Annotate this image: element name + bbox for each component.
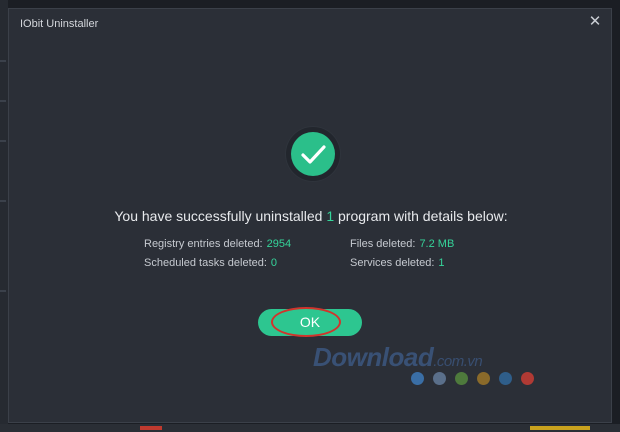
- watermark-dot: [477, 372, 490, 385]
- registry-entries-label: Registry entries deleted:: [144, 238, 263, 250]
- services-deleted-detail: Services deleted: 1: [350, 257, 445, 269]
- background-app-bottom-edge: [0, 424, 620, 432]
- watermark-suffix: .com.vn: [433, 353, 483, 370]
- success-message-prefix: You have successfully uninstalled: [114, 208, 327, 224]
- watermark-dot: [499, 372, 512, 385]
- scheduled-tasks-label: Scheduled tasks deleted:: [144, 257, 267, 269]
- files-deleted-value: 7.2 MB: [419, 238, 455, 250]
- background-app-left-edge: [0, 0, 8, 432]
- close-icon[interactable]: ✕: [586, 13, 604, 31]
- registry-entries-value: 2954: [266, 238, 292, 250]
- background-yellow-mark: [530, 426, 590, 430]
- background-tick: [0, 140, 6, 142]
- ok-button[interactable]: OK: [258, 309, 362, 336]
- uninstalled-count: 1: [326, 208, 335, 224]
- services-deleted-label: Services deleted:: [350, 257, 435, 269]
- download-watermark: Download.com.vn: [313, 342, 483, 373]
- watermark-dot: [433, 372, 446, 385]
- watermark-text: Download: [313, 342, 434, 372]
- success-message: You have successfully uninstalled 1 prog…: [9, 208, 613, 224]
- background-tick: [0, 200, 6, 202]
- services-deleted-value: 1: [438, 257, 445, 269]
- watermark-dot: [521, 372, 534, 385]
- checkmark-icon: [291, 132, 335, 176]
- watermark-dot: [411, 372, 424, 385]
- scheduled-tasks-value: 0: [270, 257, 278, 269]
- background-tick: [0, 290, 6, 292]
- background-tick: [0, 100, 6, 102]
- watermark-dot: [455, 372, 468, 385]
- background-tick: [0, 60, 6, 62]
- success-badge: [286, 127, 340, 181]
- uninstall-complete-dialog: IObit Uninstaller ✕ You have successfull…: [8, 8, 612, 423]
- success-message-suffix: program with details below:: [334, 208, 508, 224]
- scheduled-tasks-detail: Scheduled tasks deleted: 0: [144, 257, 277, 269]
- files-deleted-label: Files deleted:: [350, 238, 416, 250]
- dialog-title: IObit Uninstaller: [20, 18, 99, 30]
- registry-entries-detail: Registry entries deleted: 2954: [144, 238, 291, 250]
- background-red-mark: [140, 426, 162, 430]
- files-deleted-detail: Files deleted: 7.2 MB: [350, 238, 454, 250]
